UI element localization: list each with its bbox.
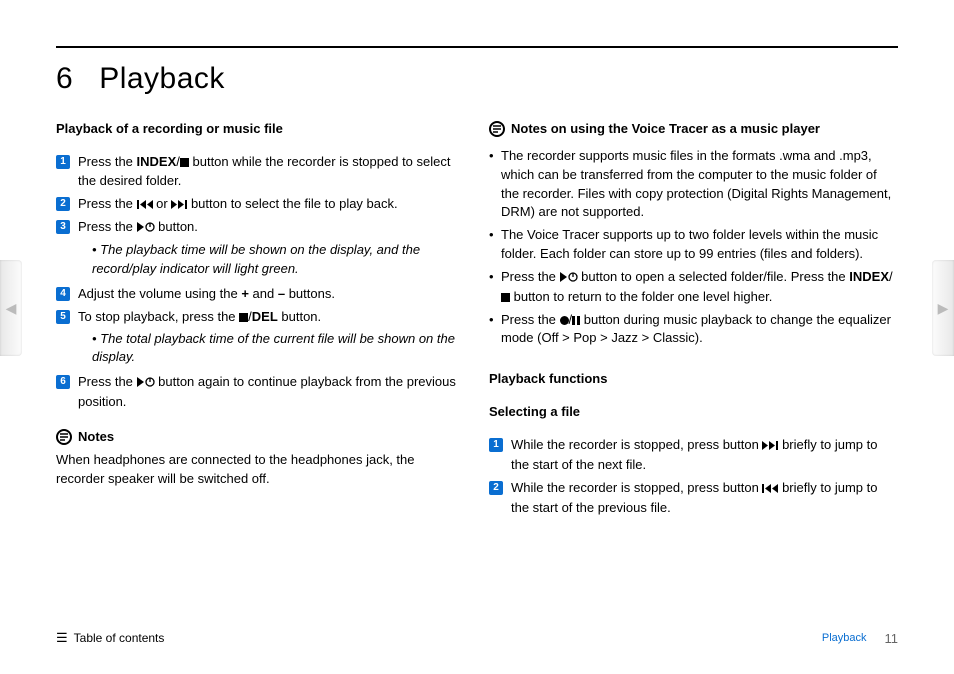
rewind-icon (137, 196, 153, 215)
note-icon (56, 429, 72, 445)
footer-section-link[interactable]: Playback (822, 632, 867, 644)
record-icon (560, 316, 569, 325)
music-player-notes: The recorder supports music files in the… (489, 147, 898, 348)
list-item: The recorder supports music files in the… (489, 147, 898, 222)
step-3: 3 Press the button. The playback time wi… (56, 218, 465, 279)
notes-label: Notes on using the Voice Tracer as a mus… (511, 120, 820, 139)
play-icon (137, 219, 155, 238)
list-item: Press the / button during music playback… (489, 311, 898, 349)
stop-icon (239, 313, 248, 322)
pause-icon (572, 316, 580, 325)
top-rule (56, 46, 898, 48)
manual-page: 6 Playback Playback of a recording or mus… (0, 0, 954, 674)
left-column: Playback of a recording or music file 1 … (56, 120, 465, 533)
step-number-badge: 1 (56, 155, 70, 169)
rewind-icon (762, 480, 778, 499)
step-number-badge: 5 (56, 310, 70, 324)
note-icon (489, 121, 505, 137)
chapter-heading: 6 Playback (56, 62, 898, 96)
step-6: 6 Press the button again to continue pla… (56, 373, 465, 412)
stop-icon (180, 158, 189, 167)
list-item: Press the button to open a selected fold… (489, 268, 898, 307)
step-5: 5 To stop playback, press the /DEL butto… (56, 308, 465, 368)
playback-steps: 1 Press the INDEX/ button while the reco… (56, 153, 465, 412)
chapter-title: Playback (99, 62, 225, 95)
toc-label: Table of contents (74, 631, 165, 645)
step-number-badge: 6 (56, 375, 70, 389)
step-4: 4 Adjust the volume using the + and – bu… (56, 285, 465, 304)
section-heading: Playback functions (489, 370, 898, 389)
stop-icon (501, 293, 510, 302)
step-1: 1 While the recorder is stopped, press b… (489, 436, 898, 475)
step-number-badge: 1 (489, 438, 503, 452)
step-note: The total playback time of the current f… (92, 330, 465, 368)
step-note: The playback time will be shown on the d… (92, 241, 465, 279)
chapter-number: 6 (56, 62, 73, 95)
play-icon (137, 374, 155, 393)
step-number-badge: 2 (56, 197, 70, 211)
step-1: 1 Press the INDEX/ button while the reco… (56, 153, 465, 191)
step-2: 2 While the recorder is stopped, press b… (489, 479, 898, 518)
page-footer: ☰ Table of contents Playback 11 (56, 630, 898, 646)
play-icon (560, 269, 578, 288)
step-number-badge: 4 (56, 287, 70, 301)
notes-body: When headphones are connected to the hea… (56, 451, 465, 489)
notes-heading: Notes on using the Voice Tracer as a mus… (489, 120, 898, 139)
step-number-badge: 2 (489, 481, 503, 495)
notes-heading: Notes (56, 428, 465, 447)
forward-icon (171, 196, 187, 215)
step-2: 2 Press the or button to select the file… (56, 195, 465, 215)
forward-icon (762, 437, 778, 456)
toc-link[interactable]: ☰ Table of contents (56, 630, 164, 646)
right-column: Notes on using the Voice Tracer as a mus… (489, 120, 898, 533)
page-number: 11 (885, 631, 899, 646)
notes-label: Notes (78, 428, 114, 447)
subsection-heading: Selecting a file (489, 403, 898, 422)
list-item: The Voice Tracer supports up to two fold… (489, 226, 898, 264)
selecting-file-steps: 1 While the recorder is stopped, press b… (489, 436, 898, 517)
toc-icon: ☰ (56, 630, 68, 646)
step-number-badge: 3 (56, 220, 70, 234)
section-heading: Playback of a recording or music file (56, 120, 465, 139)
